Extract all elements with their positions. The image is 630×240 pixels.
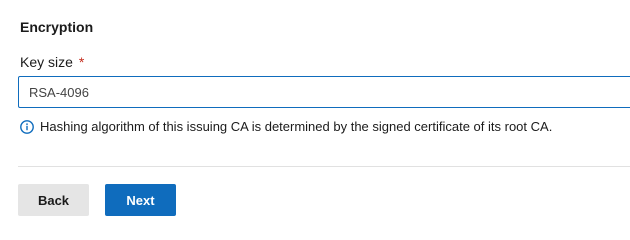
section-title: Encryption (20, 19, 94, 35)
info-message: Hashing algorithm of this issuing CA is … (20, 119, 552, 134)
info-text: Hashing algorithm of this issuing CA is … (40, 119, 553, 134)
required-marker: * (78, 54, 85, 70)
divider (18, 166, 630, 167)
next-button[interactable]: Next (105, 184, 176, 216)
key-size-label: Key size * (20, 54, 84, 70)
info-icon (20, 119, 34, 134)
back-button[interactable]: Back (18, 184, 89, 216)
encryption-form: Encryption Key size * Hashing algorithm … (0, 0, 630, 224)
key-size-input[interactable] (18, 76, 630, 108)
key-size-label-text: Key size (20, 54, 73, 70)
